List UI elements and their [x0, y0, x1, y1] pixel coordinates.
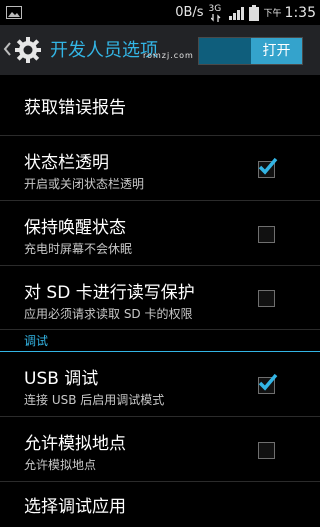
list-item-sd-protect[interactable]: 对 SD 卡进行读写保护 应用必须请求读取 SD 卡的权限	[0, 266, 320, 330]
checkmark-icon	[258, 373, 278, 391]
list-item-summary: 连接 USB 后启用调试模式	[24, 393, 165, 407]
checkbox-checked[interactable]	[258, 157, 278, 178]
action-bar: 开发人员选项 打开	[0, 25, 320, 75]
status-bar: 0B/s 3G 下午 1:35	[0, 0, 320, 25]
data-activity-icon: 3G	[209, 2, 223, 24]
list-item-bug-report[interactable]: 获取错误报告	[0, 75, 320, 136]
section-header-debug: 调试	[0, 330, 320, 352]
list-item-stay-awake[interactable]: 保持唤醒状态 充电时屏幕不会休眠	[0, 201, 320, 266]
checkmark-icon	[258, 157, 278, 175]
list-item-transparent-status-bar[interactable]: 状态栏透明 开启或关闭状态栏透明	[0, 136, 320, 201]
page-title: 开发人员选项	[50, 40, 158, 61]
checkbox-unchecked[interactable]	[258, 226, 275, 243]
developer-options-toggle[interactable]: 打开	[198, 37, 303, 65]
list-item-title: 对 SD 卡进行读写保护	[24, 283, 195, 303]
list-item-summary: 应用必须请求读取 SD 卡的权限	[24, 307, 193, 321]
checkbox-unchecked[interactable]	[258, 442, 275, 459]
list-item-title: 状态栏透明	[24, 153, 109, 173]
toggle-track	[199, 38, 251, 64]
list-item-title: USB 调试	[24, 369, 99, 389]
image-icon	[6, 6, 22, 19]
list-item-title: 选择调试应用	[24, 497, 126, 517]
list-item-usb-debugging[interactable]: USB 调试 连接 USB 后启用调试模式	[0, 352, 320, 417]
time-prefix: 下午	[263, 9, 282, 19]
gear-icon[interactable]	[14, 36, 42, 64]
list-item-summary: 充电时屏幕不会休眠	[24, 242, 133, 256]
list-item-summary: 允许模拟地点	[24, 458, 97, 472]
back-chevron-icon[interactable]	[2, 37, 12, 61]
battery-icon	[248, 4, 259, 21]
section-title: 调试	[24, 334, 49, 348]
list-item-mock-locations[interactable]: 允许模拟地点 允许模拟地点	[0, 417, 320, 482]
settings-list: 获取错误报告 状态栏透明 开启或关闭状态栏透明 保持唤醒状态 充电时屏幕不会休眠…	[0, 75, 320, 522]
list-item-select-debug-app[interactable]: 选择调试应用	[0, 482, 320, 522]
toggle-label: 打开	[262, 43, 291, 59]
list-item-title: 保持唤醒状态	[24, 218, 126, 238]
list-item-title: 允许模拟地点	[24, 434, 126, 454]
signal-icon	[228, 6, 244, 20]
data-rate: 0B/s	[175, 5, 204, 20]
list-item-title: 获取错误报告	[24, 98, 126, 118]
checkbox-unchecked[interactable]	[258, 290, 275, 307]
watermark-text: romzj.com	[143, 51, 194, 60]
clock: 下午 1:35	[264, 5, 316, 21]
network-type: 3G	[208, 3, 222, 14]
time: 1:35	[284, 4, 316, 21]
list-item-summary: 开启或关闭状态栏透明	[24, 177, 145, 191]
checkbox-checked[interactable]	[258, 373, 278, 394]
